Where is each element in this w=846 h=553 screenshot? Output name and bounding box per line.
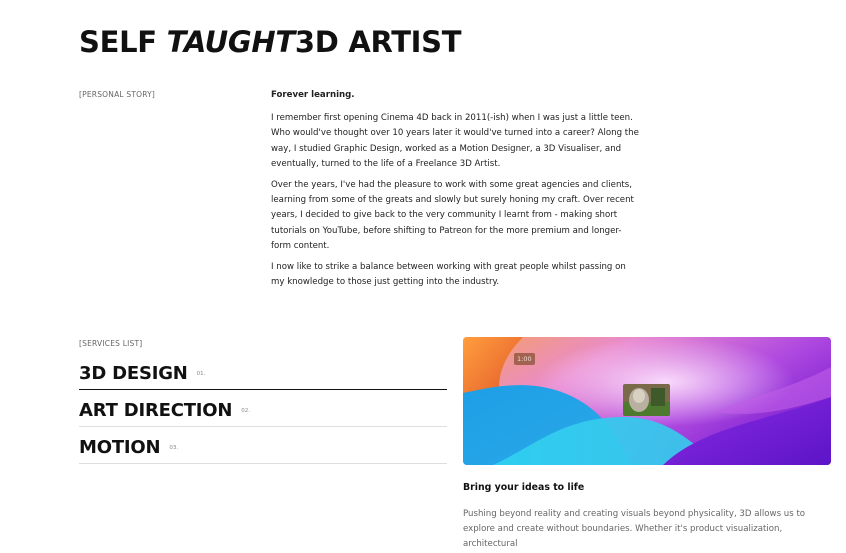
- service-number: 01.: [196, 371, 206, 377]
- service-number: 02.: [241, 408, 251, 414]
- story-paragraph: I now like to strike a balance between w…: [271, 262, 626, 288]
- story-lead: Forever learning.: [271, 90, 355, 100]
- title-word-self: SELF: [79, 25, 157, 59]
- story-paragraph: Over the years, I've had the pleasure to…: [271, 180, 634, 251]
- service-name[interactable]: ART DIRECTION: [79, 396, 232, 426]
- title-word-3d-artist: 3D ARTIST: [294, 25, 462, 59]
- services-list-label: [SERVICES LIST]: [79, 339, 143, 348]
- services-list: 3D DESIGN 01. ART DIRECTION 02. MOTION 0…: [79, 359, 447, 470]
- service-item-motion[interactable]: MOTION 03.: [79, 433, 447, 464]
- service-number: 03.: [169, 445, 179, 451]
- service-preview-media[interactable]: 1:00: [463, 337, 831, 465]
- personal-story: Forever learning. I remember first openi…: [271, 88, 641, 296]
- title-word-taught: TAUGHT: [166, 25, 296, 59]
- page-title: SELF TAUGHT3D ARTIST: [79, 24, 462, 60]
- service-name[interactable]: 3D DESIGN: [79, 359, 188, 389]
- media-caption-body: Pushing beyond reality and creating visu…: [463, 509, 806, 550]
- video-thumbnail-preview: [623, 384, 670, 416]
- personal-story-label: [PERSONAL STORY]: [79, 90, 156, 99]
- story-paragraph: I remember first opening Cinema 4D back …: [271, 113, 639, 169]
- service-item-art-direction[interactable]: ART DIRECTION 02.: [79, 396, 447, 427]
- service-name[interactable]: MOTION: [79, 433, 161, 463]
- video-timestamp: 1:00: [514, 353, 535, 365]
- service-item-3d-design[interactable]: 3D DESIGN 01.: [79, 359, 447, 390]
- media-caption-title: Bring your ideas to life: [463, 482, 585, 493]
